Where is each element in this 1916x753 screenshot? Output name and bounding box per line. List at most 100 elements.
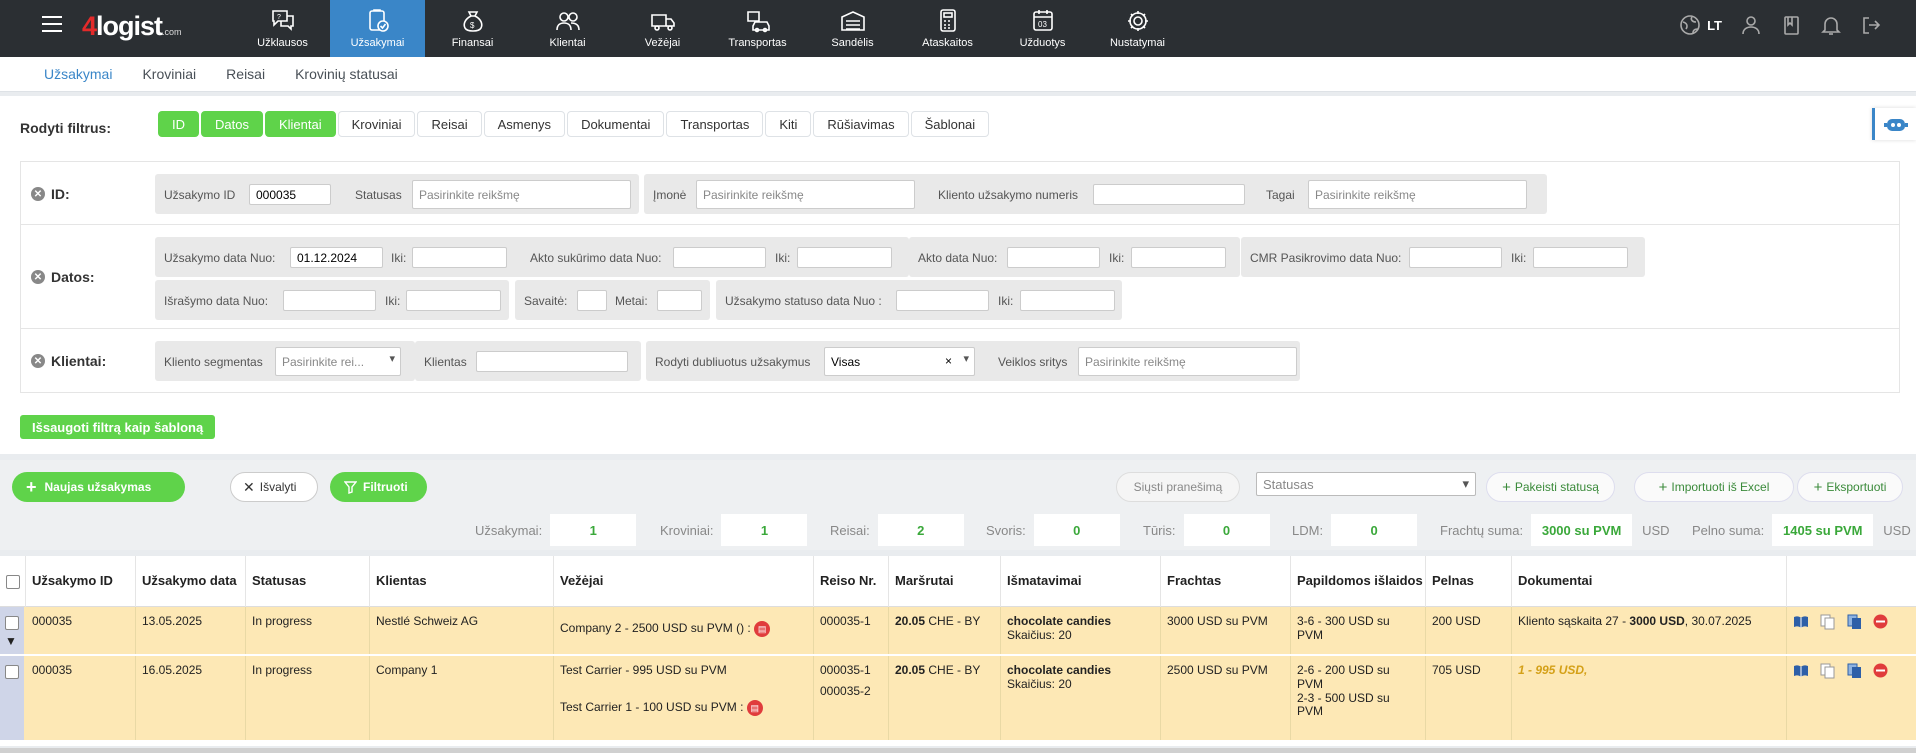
duplicate-icon[interactable] [1846, 662, 1863, 679]
column-header[interactable]: Užsakymo data [136, 556, 246, 607]
duplicate-icon[interactable] [1846, 613, 1863, 630]
client-order-number-input[interactable] [1093, 184, 1245, 205]
carrier-name[interactable]: Test Carrier [560, 663, 622, 677]
pdf-icon[interactable]: ▤ [746, 699, 763, 716]
order-id-input[interactable]: 000035 [249, 184, 331, 205]
duplicate-orders-select[interactable]: Visas × [824, 347, 975, 376]
filter-tab-kroviniai[interactable]: Kroviniai [337, 111, 416, 137]
nav-item-uzklausos[interactable]: ? Užklausos [235, 0, 330, 57]
status-select[interactable]: Pasirinkite reikšmę [412, 180, 631, 209]
filter-tab-asmenys[interactable]: Asmenys [483, 111, 566, 137]
cmr-date-from-input[interactable] [1409, 247, 1502, 268]
cell-client[interactable]: Company 1 [370, 656, 554, 740]
open-book-icon[interactable] [1793, 662, 1810, 679]
book-icon[interactable] [1780, 14, 1802, 36]
cell-trip-number[interactable]: 000035-1 [814, 607, 889, 654]
status-date-to-input[interactable] [1020, 290, 1115, 311]
column-header[interactable]: Maršrutai [889, 556, 1001, 607]
column-header[interactable]: Vežėjai [554, 556, 814, 607]
act-date-from-input[interactable] [1007, 247, 1100, 268]
order-date-from-input[interactable]: 01.12.2024 [290, 247, 383, 268]
column-header[interactable]: Papildomos išlaidos [1291, 556, 1426, 607]
filter-tab-transportas[interactable]: Transportas [666, 111, 764, 137]
clear-selection-icon[interactable]: × [945, 354, 952, 368]
column-header[interactable]: Reiso Nr. [814, 556, 889, 607]
language-switcher[interactable]: LT [1679, 14, 1722, 36]
cmr-date-to-input[interactable] [1533, 247, 1628, 268]
cell-order-id[interactable]: 000035 [26, 607, 136, 654]
year-input[interactable] [657, 290, 702, 311]
new-order-button[interactable]: + Naujas užsakymas [12, 472, 185, 502]
nav-item-nustatymai[interactable]: Nustatymai [1090, 0, 1185, 57]
copy-icon[interactable] [1819, 613, 1836, 630]
column-header[interactable]: Frachtas [1161, 556, 1291, 607]
horizontal-scrollbar[interactable] [0, 748, 1916, 753]
change-status-button[interactable]: + Pakeisti statusą [1486, 472, 1615, 502]
nav-item-uzduotys[interactable]: 03 Užduotys [995, 0, 1090, 57]
subnav-reisai[interactable]: Reisai [226, 66, 265, 82]
nav-item-transportas[interactable]: Transportas [710, 0, 805, 57]
assistant-bot-button[interactable] [1872, 108, 1916, 140]
week-input[interactable] [577, 290, 607, 311]
row-checkbox[interactable] [5, 665, 19, 679]
send-message-button[interactable]: Siųsti pranešimą [1116, 472, 1240, 502]
table-row[interactable]: 000035 16.05.2025 In progress Company 1 … [0, 656, 1916, 742]
order-date-to-input[interactable] [412, 247, 507, 268]
logo[interactable]: 4logist.com [82, 13, 182, 40]
status-select[interactable]: Statusas [1256, 472, 1476, 496]
carrier-name[interactable]: Company 2 [560, 621, 621, 635]
remove-filter-icon[interactable]: ✕ [31, 187, 45, 201]
filter-tab-sablonai[interactable]: Šablonai [910, 111, 990, 137]
trip-number[interactable]: 000035-1 [820, 663, 882, 678]
logout-icon[interactable] [1860, 14, 1882, 36]
export-button[interactable]: + Eksportuoti [1797, 472, 1903, 502]
company-select[interactable]: Pasirinkite reikšmę [696, 180, 915, 209]
save-filter-template-button[interactable]: Išsaugoti filtrą kaip šabloną [20, 415, 216, 439]
table-row[interactable]: ▼ 000035 13.05.2025 In progress Nestlé S… [0, 607, 1916, 656]
trip-number[interactable]: 000035-2 [820, 684, 882, 699]
act-created-from-input[interactable] [673, 247, 766, 268]
cell-order-id[interactable]: 000035 [26, 656, 136, 740]
status-date-from-input[interactable] [896, 290, 989, 311]
bell-icon[interactable] [1820, 14, 1842, 36]
filter-tab-datos[interactable]: Datos [201, 111, 263, 137]
activity-select[interactable]: Pasirinkite reikšmę [1078, 347, 1297, 376]
remove-filter-icon[interactable]: ✕ [31, 354, 45, 368]
column-header[interactable]: Statusas [246, 556, 370, 607]
subnav-uzsakymai[interactable]: Užsakymai [44, 66, 112, 82]
nav-item-vezejai[interactable]: Vežėjai [615, 0, 710, 57]
clear-button[interactable]: ✕ Išvalyti [230, 472, 318, 502]
cell-client[interactable]: Nestlé Schweiz AG [370, 607, 554, 654]
expand-row-icon[interactable]: ▼ [5, 634, 17, 648]
menu-icon[interactable] [42, 16, 62, 34]
column-header[interactable]: Pelnas [1426, 556, 1512, 607]
remove-filter-icon[interactable]: ✕ [31, 270, 45, 284]
issued-date-from-input[interactable] [283, 290, 376, 311]
filter-tab-rusiavimas[interactable]: Rūšiavimas [813, 111, 909, 137]
issued-date-to-input[interactable] [406, 290, 501, 311]
client-segment-select[interactable]: Pasirinkite rei... [275, 347, 401, 376]
client-input[interactable] [476, 351, 628, 372]
filter-tab-id[interactable]: ID [158, 111, 199, 137]
document-note[interactable]: 1 - 995 USD, [1518, 663, 1587, 677]
subnav-kroviniu-statusai[interactable]: Krovinių statusai [295, 66, 398, 82]
delete-icon[interactable] [1872, 662, 1889, 679]
document-label[interactable]: Kliento sąskaita 27 - [1518, 614, 1629, 628]
column-header[interactable]: Klientas [370, 556, 554, 607]
nav-item-finansai[interactable]: $ Finansai [425, 0, 520, 57]
nav-item-sandelis[interactable]: Sandėlis [805, 0, 900, 57]
filter-tab-kiti[interactable]: Kiti [765, 111, 812, 137]
delete-icon[interactable] [1872, 613, 1889, 630]
act-date-to-input[interactable] [1131, 247, 1226, 268]
tags-select[interactable]: Pasirinkite reikšmę [1308, 180, 1527, 209]
select-all-checkbox[interactable] [5, 574, 20, 589]
nav-item-uzsakymai[interactable]: Užsakymai [330, 0, 425, 57]
open-book-icon[interactable] [1793, 613, 1810, 630]
nav-item-ataskaitos[interactable]: Ataskaitos [900, 0, 995, 57]
column-header[interactable]: Užsakymo ID [26, 556, 136, 607]
act-created-to-input[interactable] [797, 247, 892, 268]
nav-item-klientai[interactable]: Klientai [520, 0, 615, 57]
filter-tab-reisai[interactable]: Reisai [417, 111, 482, 137]
column-header[interactable]: Dokumentai [1512, 556, 1787, 607]
subnav-kroviniai[interactable]: Kroviniai [142, 66, 196, 82]
